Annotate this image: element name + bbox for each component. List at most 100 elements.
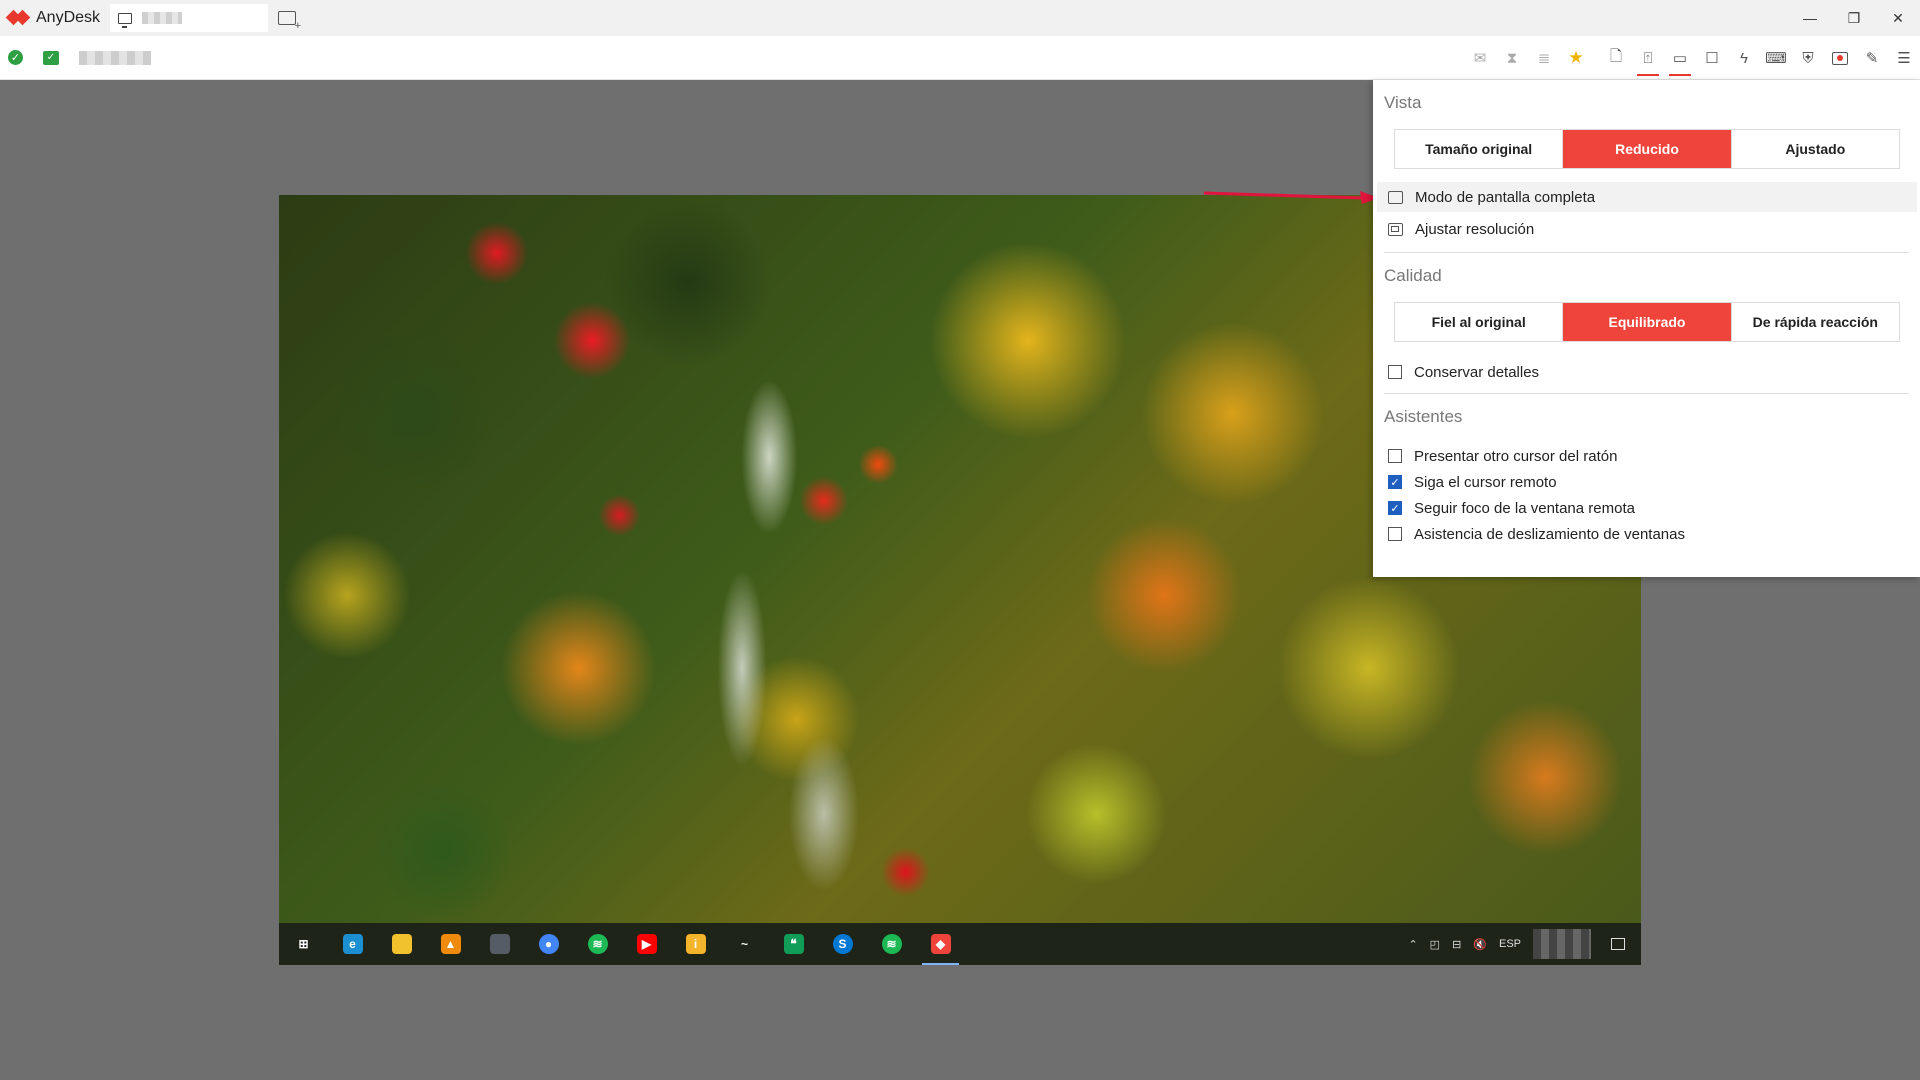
actions-icon[interactable]: ⍐ — [1632, 36, 1664, 80]
system-tray: ⌃ ◰ ⊟ 🔇 ESP — [1408, 923, 1641, 965]
adjust-resolution-label: Ajustar resolución — [1415, 221, 1534, 238]
taskbar-edge-icon[interactable]: e — [328, 923, 377, 965]
keep-details-option[interactable]: Conservar detalles — [1377, 357, 1917, 387]
keyboard-icon[interactable]: ⌨ — [1760, 36, 1792, 80]
skype-glyph: S — [833, 934, 853, 954]
divider — [1384, 252, 1909, 253]
session-toolbar: ✓ ✓ ✉ ⧗ ≣ ★ 🗋 ⍐ ▭ ☐ ϟ ⌨ ⛨ ✎ ☰ — [0, 36, 1920, 80]
fullscreen-mode-option[interactable]: Modo de pantalla completa — [1377, 182, 1917, 212]
app-dolphin-glyph: ~ — [735, 934, 755, 954]
remote-taskbar: ⊞ e ▲ ● ≋ ▶ i ~ ❝ S ≋ ◆ ⌃ ◰ ⊟ 🔇 ESP — [279, 923, 1641, 965]
app-yellow-glyph: i — [686, 934, 706, 954]
close-button[interactable]: ✕ — [1876, 0, 1920, 36]
checkbox[interactable] — [1388, 449, 1402, 463]
taskbar-explorer-icon[interactable] — [377, 923, 426, 965]
taskbar-vlc-icon[interactable]: ▲ — [426, 923, 475, 965]
taskbar-app-icon[interactable] — [475, 923, 524, 965]
whiteboard-icon[interactable]: ✎ — [1856, 36, 1888, 80]
tray-chevron-icon[interactable]: ⌃ — [1408, 938, 1417, 951]
app-name: AnyDesk — [36, 9, 100, 27]
fullscreen-mode-label: Modo de pantalla completa — [1415, 189, 1595, 206]
taskbar-app-yellow-icon[interactable]: i — [671, 923, 720, 965]
option-fiel-al-original[interactable]: Fiel al original — [1395, 303, 1563, 341]
permissions-icon[interactable]: ✓ — [43, 51, 59, 65]
youtube-glyph: ▶ — [637, 934, 657, 954]
option-reducido[interactable]: Reducido — [1563, 130, 1731, 168]
tray-meet-icon[interactable]: ◰ — [1430, 938, 1440, 951]
connection-ok-icon: ✓ — [8, 50, 23, 65]
app-glyph — [490, 934, 510, 954]
lightning-icon[interactable]: ϟ — [1728, 36, 1760, 80]
assistant-option-label: Presentar otro cursor del ratón — [1414, 448, 1617, 465]
spotify-glyph: ≋ — [588, 934, 608, 954]
checkbox[interactable]: ✓ — [1388, 475, 1402, 489]
star-icon[interactable]: ★ — [1560, 36, 1592, 80]
hangouts-glyph: ❝ — [784, 934, 804, 954]
taskbar-chrome-icon[interactable]: ● — [524, 923, 573, 965]
title-bar: AnyDesk — ❐ ✕ — [0, 0, 1920, 36]
notification-icon[interactable] — [1611, 938, 1625, 950]
spotify-2-glyph: ≋ — [882, 934, 902, 954]
assistant-option-asistencia-de-deslizamiento-de-ventanas[interactable]: Asistencia de deslizamiento de ventanas — [1377, 519, 1917, 549]
adjust-resolution-option[interactable]: Ajustar resolución — [1377, 214, 1917, 244]
assistant-option-label: Seguir foco de la ventana remota — [1414, 500, 1635, 517]
remote-address-redacted — [79, 51, 151, 65]
divider — [1384, 393, 1909, 394]
taskbar-spotify-2-icon[interactable]: ≋ — [867, 923, 916, 965]
minimize-button[interactable]: — — [1788, 0, 1832, 36]
assistant-option-label: Asistencia de deslizamiento de ventanas — [1414, 526, 1685, 543]
option-equilibrado[interactable]: Equilibrado — [1563, 303, 1731, 341]
chrome-glyph: ● — [539, 934, 559, 954]
fullscreen-icon — [1388, 191, 1403, 204]
keep-details-checkbox[interactable] — [1388, 365, 1402, 379]
section-title-asistentes: Asistentes — [1384, 407, 1462, 427]
restore-button[interactable]: ❐ — [1832, 0, 1876, 36]
taskbar-app-dolphin-icon[interactable]: ~ — [720, 923, 769, 965]
section-title-calidad: Calidad — [1384, 266, 1442, 286]
tray-clock-redacted — [1533, 929, 1591, 959]
resolution-icon — [1388, 223, 1403, 236]
new-session-icon[interactable] — [278, 11, 296, 25]
taskbar-skype-icon[interactable]: S — [818, 923, 867, 965]
taskbar-spotify-icon[interactable]: ≋ — [573, 923, 622, 965]
taskbar-apps: ⊞ e ▲ ● ≋ ▶ i ~ ❝ S ≋ ◆ — [279, 923, 965, 965]
session-tab[interactable] — [110, 4, 268, 32]
explorer-glyph — [392, 934, 412, 954]
annotation-arrow-icon — [1204, 190, 1379, 204]
session-tab-label-redacted — [142, 12, 182, 24]
anydesk-glyph: ◆ — [931, 934, 951, 954]
hourglass-icon[interactable]: ⧗ — [1496, 36, 1528, 80]
option-ajustado[interactable]: Ajustado — [1732, 130, 1899, 168]
section-title-vista: Vista — [1384, 93, 1422, 113]
keep-details-label: Conservar detalles — [1414, 364, 1539, 381]
vlc-glyph: ▲ — [441, 934, 461, 954]
option-de-rapida-reaccion[interactable]: De rápida reacción — [1732, 303, 1899, 341]
tray-language[interactable]: ESP — [1499, 938, 1521, 950]
taskbar-youtube-icon[interactable]: ▶ — [622, 923, 671, 965]
tray-network-icon[interactable]: ⊟ — [1452, 938, 1461, 951]
monitor-icon — [118, 13, 132, 24]
menu-icon[interactable]: ☰ — [1888, 36, 1920, 80]
display-icon[interactable]: ▭ — [1664, 36, 1696, 80]
checkbox[interactable]: ✓ — [1388, 501, 1402, 515]
start-glyph: ⊞ — [294, 934, 314, 954]
display-settings-panel: Vista Tamaño originalReducidoAjustado Mo… — [1373, 80, 1920, 577]
vista-segmented-control: Tamaño originalReducidoAjustado — [1394, 129, 1900, 169]
window-controls: — ❐ ✕ — [1788, 0, 1920, 36]
toolbar-actions: ✉ ⧗ ≣ ★ 🗋 ⍐ ▭ ☐ ϟ ⌨ ⛨ ✎ ☰ — [1464, 36, 1920, 80]
file-icon[interactable]: 🗋 — [1600, 36, 1632, 80]
chat-bubble-icon[interactable]: ☐ — [1696, 36, 1728, 80]
chat-icon[interactable]: ✉ — [1464, 36, 1496, 80]
record-icon[interactable] — [1824, 36, 1856, 80]
option-tamano-original[interactable]: Tamaño original — [1395, 130, 1563, 168]
checkbox[interactable] — [1388, 527, 1402, 541]
database-icon[interactable]: ≣ — [1528, 36, 1560, 80]
taskbar-hangouts-icon[interactable]: ❝ — [769, 923, 818, 965]
app-logo: AnyDesk — [8, 0, 100, 36]
privacy-icon[interactable]: ⛨ — [1792, 36, 1824, 80]
anydesk-logo-icon — [8, 7, 30, 29]
taskbar-anydesk-icon[interactable]: ◆ — [916, 923, 965, 965]
tray-volume-icon[interactable]: 🔇 — [1473, 938, 1487, 951]
calidad-segmented-control: Fiel al originalEquilibradoDe rápida rea… — [1394, 302, 1900, 342]
taskbar-start-icon[interactable]: ⊞ — [279, 923, 328, 965]
